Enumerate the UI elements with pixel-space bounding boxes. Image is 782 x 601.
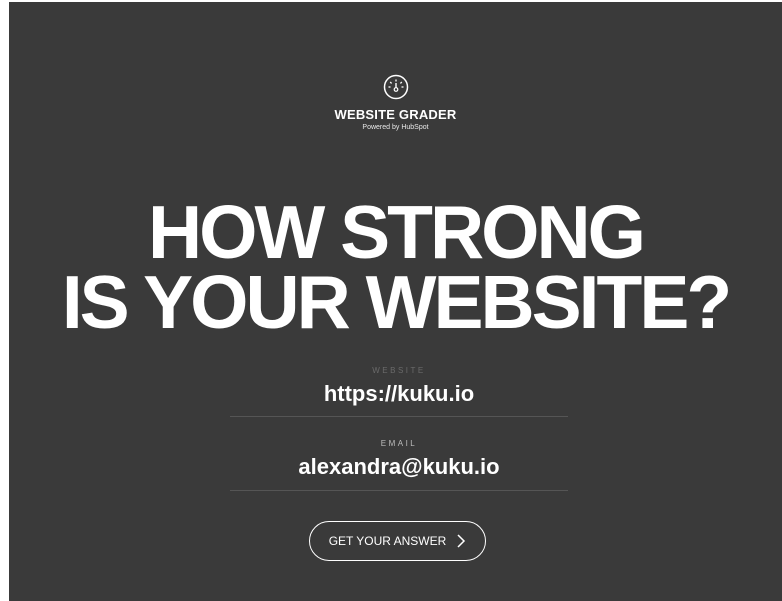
logo-subtitle: Powered by HubSpot — [362, 124, 429, 131]
logo-title: WEBSITE GRADER — [334, 107, 457, 122]
website-field[interactable]: WEBSITE https://kuku.io — [230, 366, 568, 417]
get-your-answer-button[interactable]: GET YOUR ANSWER — [309, 521, 486, 561]
email-input[interactable]: alexandra@kuku.io — [230, 454, 568, 480]
website-input[interactable]: https://kuku.io — [230, 381, 568, 407]
chevron-right-icon — [457, 534, 466, 548]
website-grader-page: WEBSITE GRADER Powered by HubSpot HOW ST… — [9, 2, 782, 601]
page-headline: HOW STRONG IS YOUR WEBSITE? — [9, 190, 782, 344]
speedometer-icon — [383, 74, 408, 100]
headline-line-2: IS YOUR WEBSITE? — [61, 260, 732, 344]
logo[interactable]: WEBSITE GRADER Powered by HubSpot — [9, 74, 782, 131]
headline-line-1: HOW STRONG — [148, 190, 646, 274]
website-label: WEBSITE — [372, 366, 426, 375]
get-your-answer-label: GET YOUR ANSWER — [328, 534, 447, 548]
email-field[interactable]: EMAIL alexandra@kuku.io — [230, 439, 568, 491]
email-label: EMAIL — [380, 439, 418, 448]
